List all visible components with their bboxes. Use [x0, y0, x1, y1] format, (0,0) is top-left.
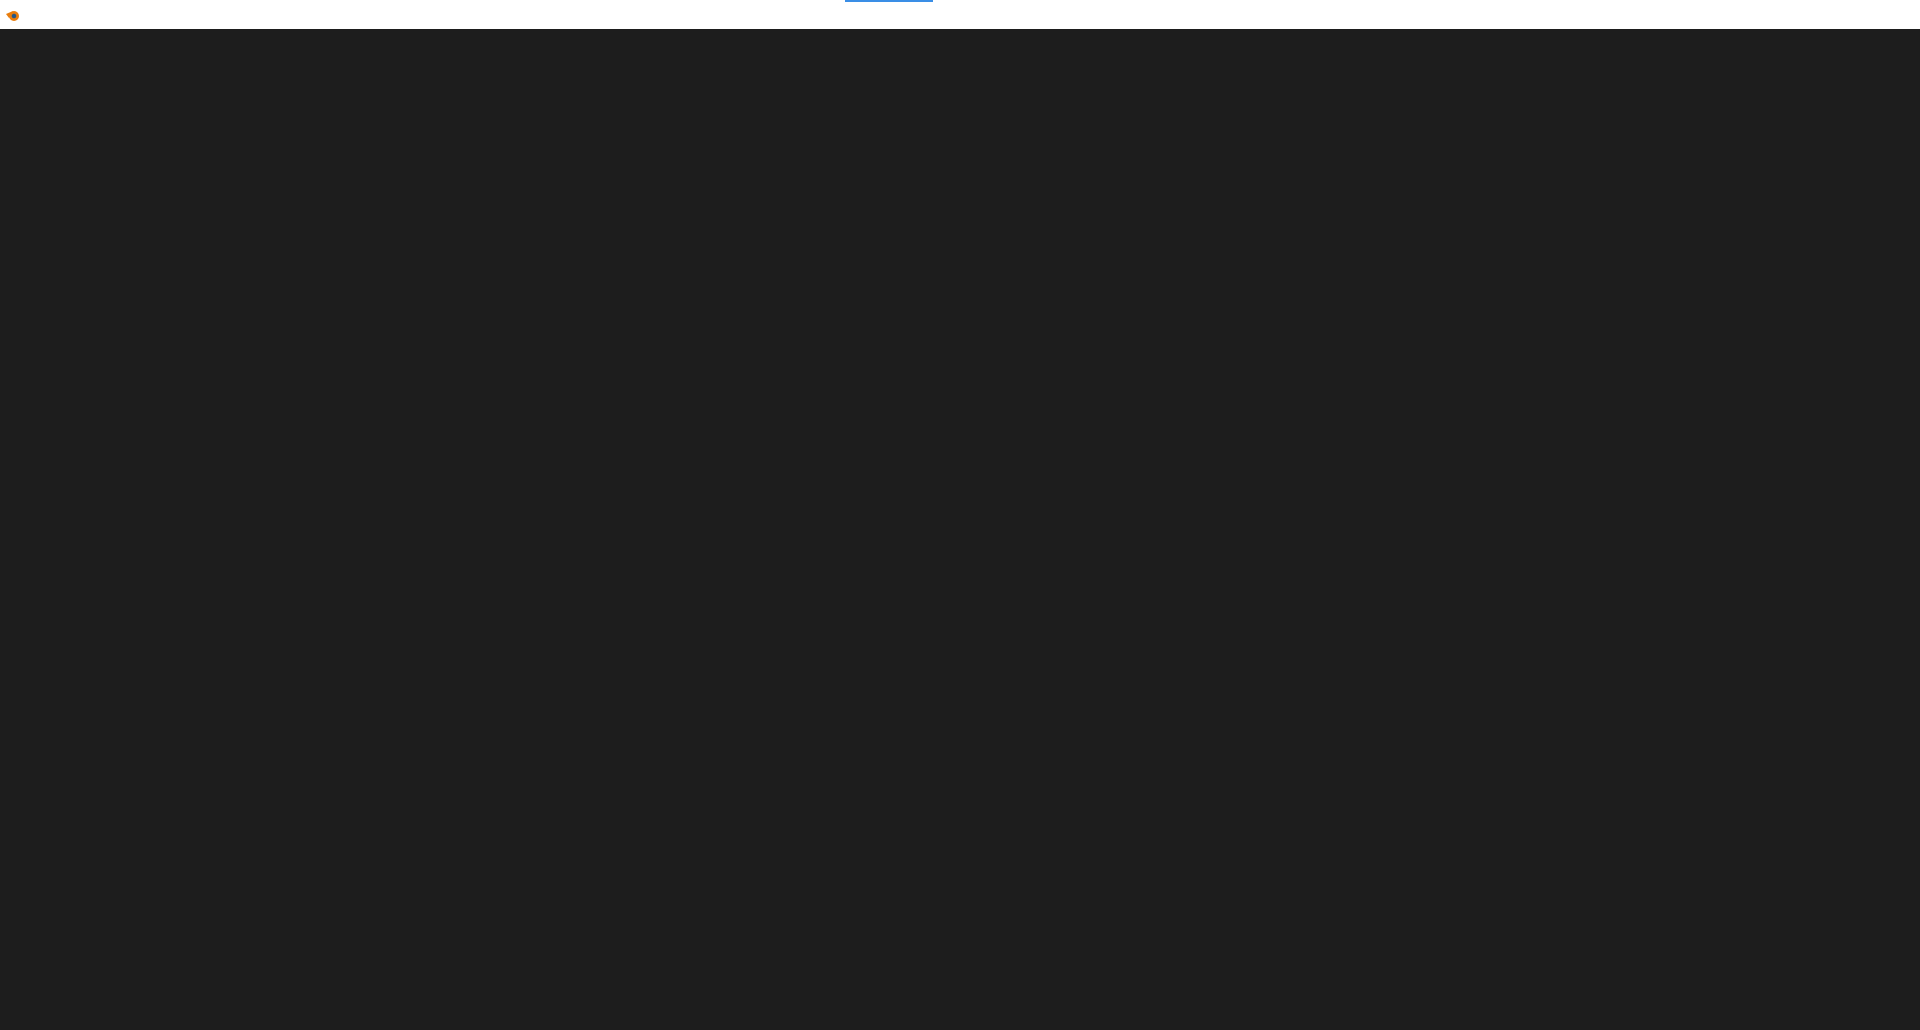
window-titlebar [0, 0, 1920, 29]
blender-logo-icon [4, 6, 22, 24]
taskbar-accent [845, 0, 933, 2]
minimize-button[interactable] [1796, 0, 1852, 29]
